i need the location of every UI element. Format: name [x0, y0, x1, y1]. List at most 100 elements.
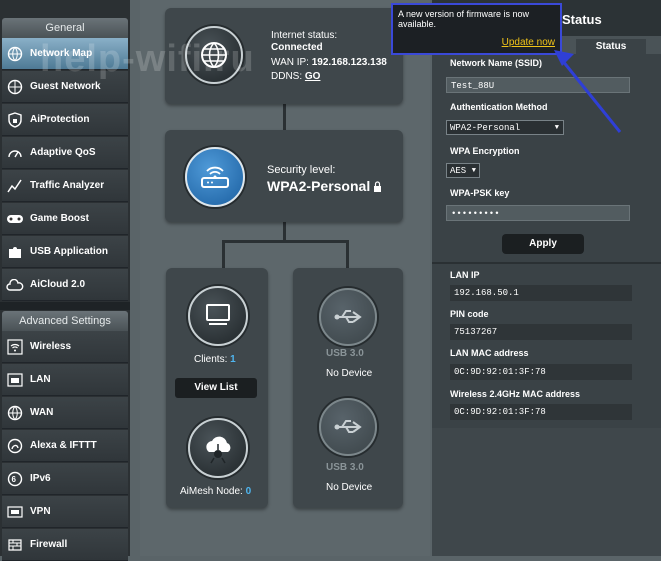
advanced-section-title: Advanced Settings: [2, 311, 128, 331]
auth-method-value: WPA2-Personal: [450, 123, 521, 133]
view-list-button[interactable]: View List: [175, 378, 257, 398]
sidebar-item-aiprotection[interactable]: AiProtection: [2, 104, 128, 136]
lan-ip-value: 192.168.50.1: [450, 285, 632, 301]
sidebar-item-label: LAN: [30, 374, 51, 385]
sidebar-item-usb-application[interactable]: USB Application: [2, 236, 128, 268]
router-card[interactable]: Security level: WPA2-Personal: [165, 130, 403, 222]
pin-code-value: 75137267: [450, 324, 632, 340]
usb-1-status: No Device: [326, 368, 373, 379]
sidebar-item-label: Adaptive QoS: [30, 147, 96, 158]
usb-2-label: USB 3.0: [326, 462, 364, 473]
sidebar-item-label: Firewall: [30, 539, 68, 550]
sidebar-item-label: Wireless: [30, 341, 72, 352]
panel-divider: [432, 262, 661, 264]
ddns-go-link[interactable]: GO: [305, 71, 321, 82]
wan-ip-label: WAN IP:: [271, 57, 309, 68]
lan-icon: [6, 372, 24, 388]
wifi-mac-label: Wireless 2.4GHz MAC address: [450, 389, 580, 399]
sidebar: General Network Map Guest Network AiProt…: [0, 0, 130, 561]
sidebar-item-ipv6[interactable]: 6 IPv6: [2, 463, 128, 495]
auth-method-label: Authentication Method: [450, 102, 548, 112]
ssid-label: Network Name (SSID): [450, 58, 543, 68]
clients-label: Clients:: [194, 354, 228, 365]
sidebar-item-lan[interactable]: LAN: [2, 364, 128, 396]
pin-code-label: PIN code: [450, 309, 489, 319]
gamepad-icon: [6, 211, 24, 227]
wifi-icon: [6, 338, 24, 355]
usb-2-status: No Device: [326, 482, 373, 493]
wan-ip-value: 192.168.123.138: [311, 57, 387, 68]
sidebar-item-label: Traffic Analyzer: [30, 180, 105, 191]
router-circle: [185, 147, 245, 207]
monitor-icon: [206, 304, 230, 325]
usb-circle-1[interactable]: [319, 288, 377, 346]
usb-circle-2[interactable]: [319, 398, 377, 456]
aimesh-count: 0: [245, 486, 252, 497]
ddns-label: DDNS:: [271, 71, 303, 82]
apply-button[interactable]: Apply: [502, 234, 584, 254]
aimesh-icon: [206, 436, 231, 464]
auth-method-select[interactable]: WPA2-Personal ▼: [446, 120, 564, 135]
sidebar-item-adaptive-qos[interactable]: Adaptive QoS: [2, 137, 128, 169]
sidebar-divider: [0, 302, 130, 310]
chevron-down-icon: ▼: [471, 167, 476, 175]
sidebar-item-wan[interactable]: WAN: [2, 397, 128, 429]
puzzle-icon: [6, 244, 24, 260]
sidebar-item-traffic-analyzer[interactable]: Traffic Analyzer: [2, 170, 128, 202]
guest-network-icon: [6, 79, 24, 95]
ddns-row: DDNS: GO: [271, 71, 320, 82]
panel-footer: [432, 428, 661, 556]
update-now-link[interactable]: Update now: [502, 37, 555, 48]
sidebar-item-game-boost[interactable]: Game Boost: [2, 203, 128, 235]
connector-line: [283, 104, 286, 130]
sidebar-item-label: Game Boost: [30, 213, 89, 224]
svg-text:6: 6: [12, 475, 17, 484]
aimesh-circle[interactable]: [188, 418, 248, 478]
sidebar-item-aicloud[interactable]: AiCloud 2.0: [2, 269, 128, 301]
sidebar-item-label: Guest Network: [30, 81, 101, 92]
sidebar-item-vpn[interactable]: VPN: [2, 496, 128, 528]
security-level-value: WPA2-Personal: [267, 178, 371, 194]
clients-card[interactable]: Clients: 1 View List AiMesh Node: 0: [166, 268, 268, 508]
lan-mac-label: LAN MAC address: [450, 348, 529, 358]
psk-label: WPA-PSK key: [450, 188, 510, 198]
usb-1-label: USB 3.0: [326, 348, 364, 359]
wpa-encryption-select[interactable]: AES ▼: [446, 163, 480, 178]
general-section-title: General: [2, 18, 128, 38]
sidebar-item-label: IPv6: [30, 473, 51, 484]
usb-card[interactable]: USB 3.0 No Device USB 3.0 No Device: [293, 268, 403, 508]
cloud-icon: [6, 277, 24, 293]
wpa-encryption-value: AES: [450, 166, 467, 176]
psk-input[interactable]: •••••••••: [446, 205, 630, 221]
sidebar-item-wireless[interactable]: Wireless: [2, 331, 128, 363]
network-map-area: Internet status: Connected WAN IP: 192.1…: [140, 0, 430, 556]
clients-circle[interactable]: [188, 286, 248, 346]
wpa-encryption-label: WPA Encryption: [450, 146, 520, 156]
chart-icon: [6, 178, 24, 194]
connector-line: [283, 222, 286, 242]
usb-icon: [334, 420, 362, 433]
network-map-icon: [6, 46, 24, 62]
speedometer-icon: [6, 145, 24, 161]
vpn-icon: [6, 504, 24, 520]
router-icon: [201, 166, 229, 188]
sidebar-item-alexa-ifttt[interactable]: Alexa & IFTTT: [2, 430, 128, 462]
clients-count: 1: [230, 354, 236, 365]
sidebar-item-label: WAN: [30, 407, 54, 418]
firmware-notification: A new version of firmware is now availab…: [391, 3, 562, 55]
sidebar-item-label: AiCloud 2.0: [30, 279, 86, 290]
aimesh-row: AiMesh Node: 0: [180, 486, 251, 497]
security-level-label: Security level:: [267, 164, 336, 176]
connector-line: [222, 240, 347, 243]
aimesh-label: AiMesh Node:: [180, 486, 243, 497]
clients-row: Clients: 1: [194, 354, 236, 365]
connector-line: [222, 240, 225, 268]
sidebar-item-label: Alexa & IFTTT: [30, 440, 97, 451]
wan-ip-row: WAN IP: 192.168.123.138: [271, 57, 387, 68]
shield-icon: [6, 111, 24, 128]
sidebar-item-firewall[interactable]: Firewall: [2, 529, 128, 561]
wifi-mac-value: 0C:9D:92:01:3F:78: [450, 404, 632, 420]
lan-ip-label: LAN IP: [450, 270, 480, 280]
ipv6-icon: 6: [6, 471, 24, 487]
firewall-icon: [6, 537, 24, 553]
